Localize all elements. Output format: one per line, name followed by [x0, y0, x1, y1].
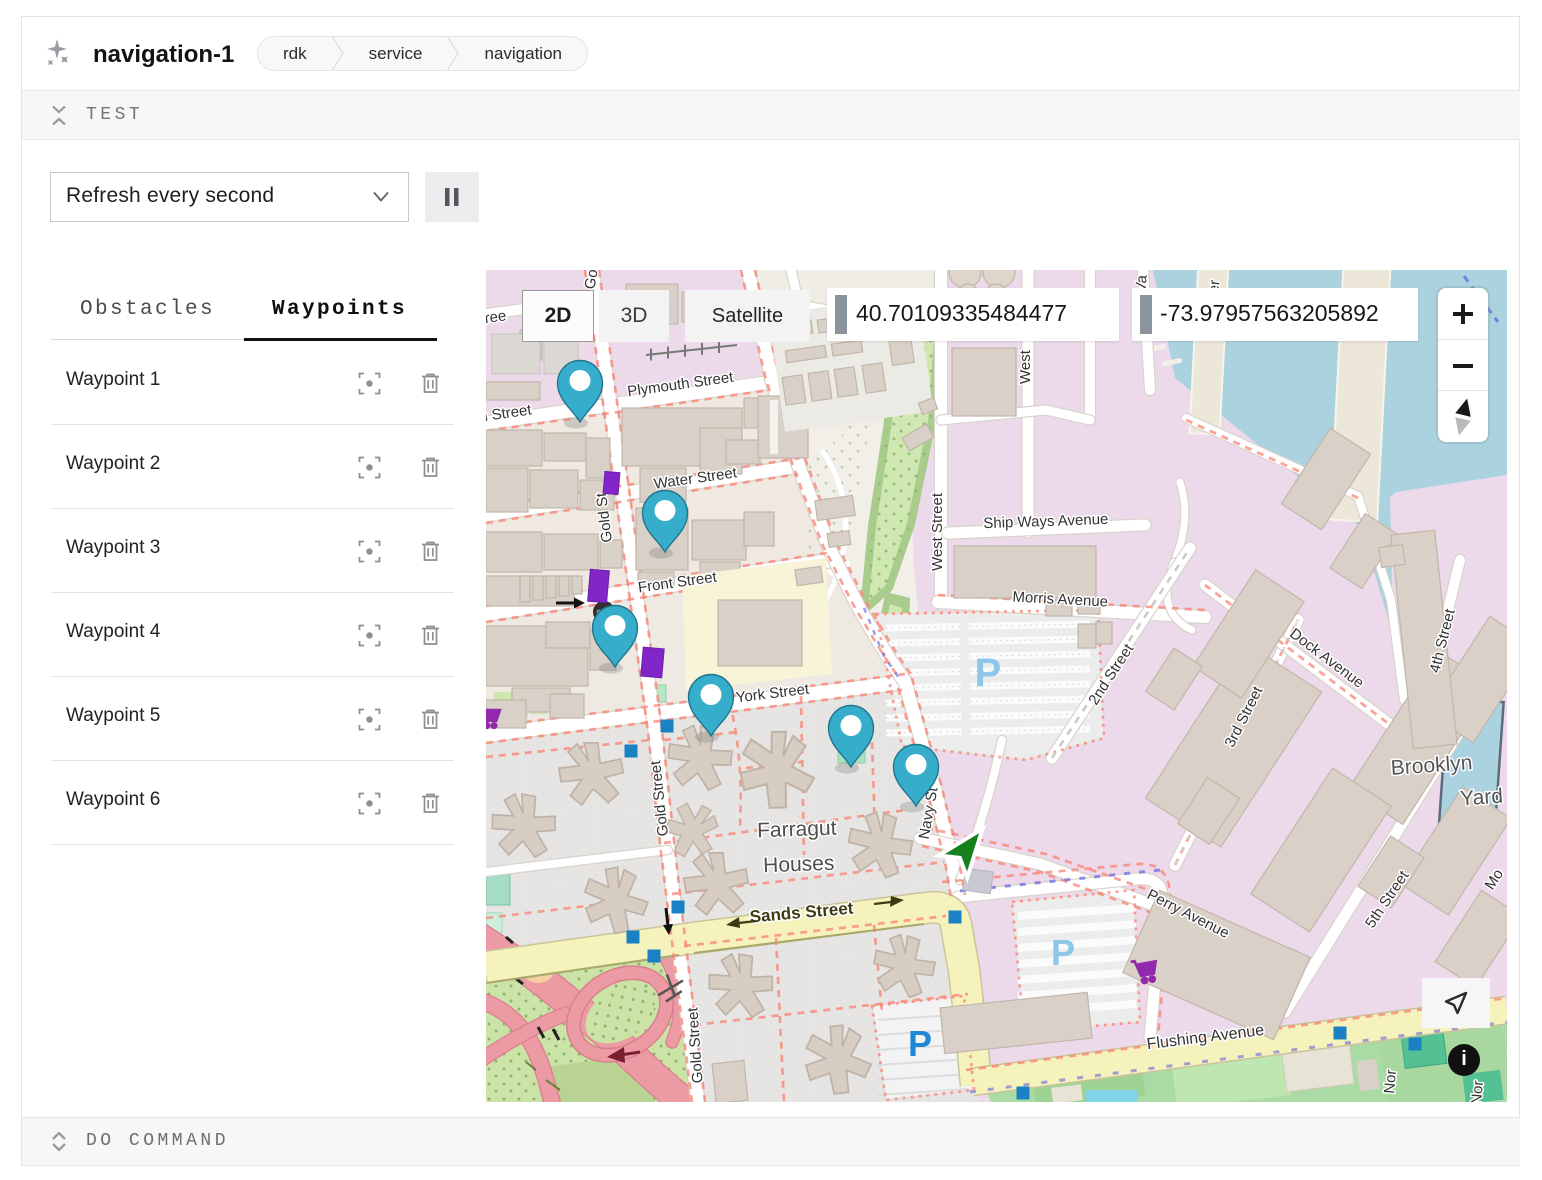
svg-text:Go: Go	[581, 270, 601, 291]
svg-text:Farragut: Farragut	[757, 817, 837, 843]
svg-text:West Street: West Street	[929, 492, 946, 571]
svg-text:Yard: Yard	[1459, 785, 1503, 811]
svg-text:P: P	[1051, 932, 1075, 973]
svg-text:Nor: Nor	[1381, 1069, 1400, 1095]
svg-text:Nor: Nor	[1468, 1080, 1487, 1102]
svg-text:West: West	[1017, 349, 1034, 384]
svg-text:P: P	[975, 651, 1002, 695]
svg-text:P: P	[908, 1023, 932, 1064]
svg-text:Houses: Houses	[763, 852, 835, 877]
